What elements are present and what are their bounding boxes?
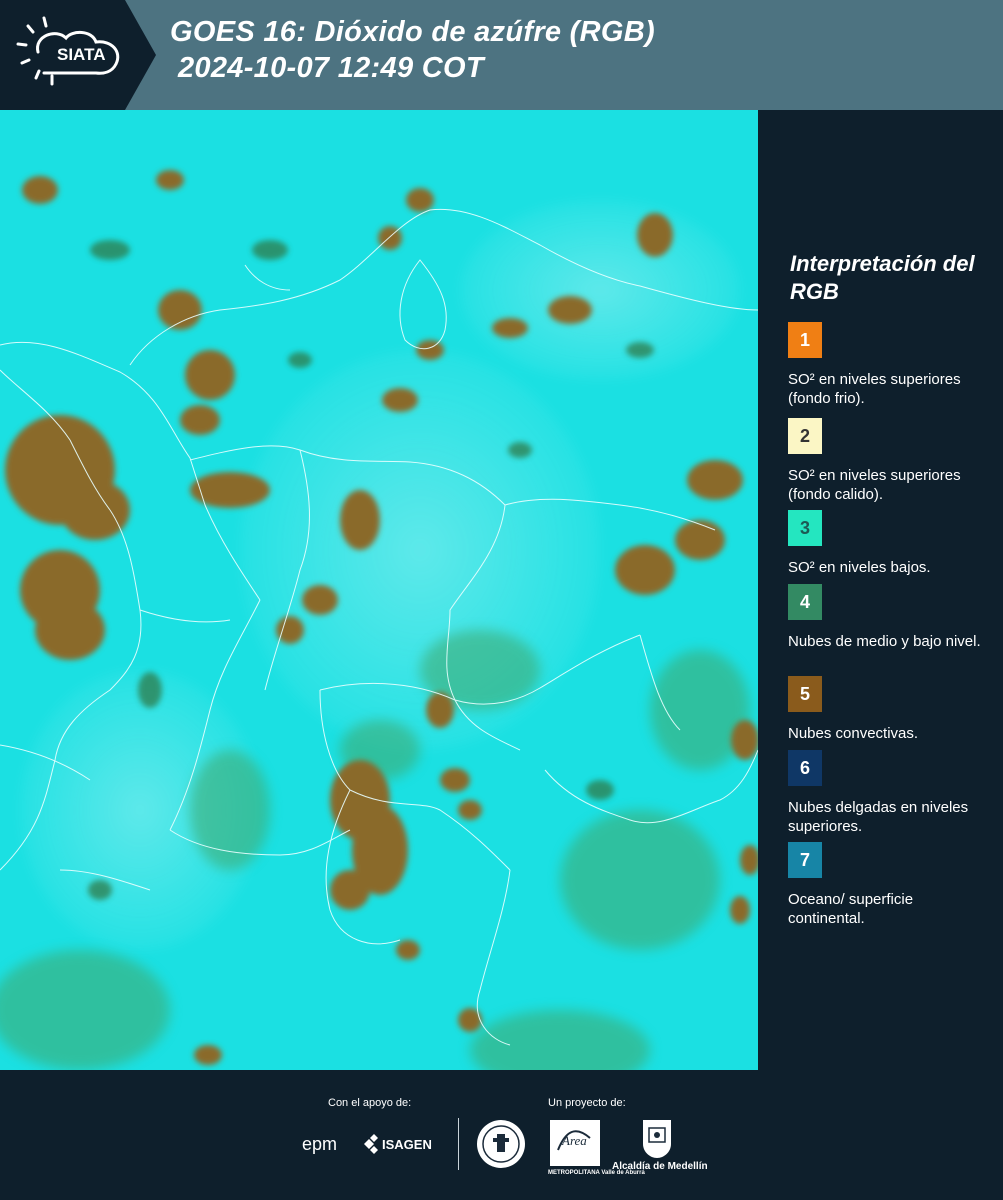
legend-swatch: 4: [788, 584, 822, 620]
svg-text:epm: epm: [302, 1134, 337, 1154]
project-label: Un proyecto de:: [548, 1097, 626, 1109]
legend-label: Nubes convectivas.: [788, 725, 919, 742]
support-label: Con el apoyo de:: [328, 1097, 412, 1109]
page-title: GOES 16: Dióxido de azúfre (RGB) 2024-10…: [170, 14, 655, 86]
legend-item-3: 3 SO² en niveles bajos.: [788, 510, 993, 577]
title-line-2: 2024-10-07 12:49 COT: [178, 52, 484, 84]
satellite-image: [0, 110, 758, 1070]
title-line-1: GOES 16: Dióxido de azúfre (RGB): [170, 16, 655, 48]
svg-text:Área: Área: [561, 1133, 587, 1148]
alcaldia-medellin-caption: Alcaldía de Medellín: [612, 1161, 708, 1172]
epm-logo: epm: [300, 1132, 360, 1161]
legend-item-5: 5 Nubes convectivas.: [788, 676, 993, 743]
isagen-logo: ISAGEN: [360, 1132, 450, 1161]
legend-label: SO² en niveles superiores (fondo calido)…: [788, 467, 961, 503]
siata-logo: SIATA: [0, 0, 160, 110]
legend-swatch: 2: [788, 418, 822, 454]
footer: Con el apoyo de: Un proyecto de: epm ISA…: [0, 1070, 1003, 1200]
area-metropolitana-caption: METROPOLITANA Valle de Aburrá: [548, 1170, 645, 1176]
legend-label: Oceano/ superficie continental.: [788, 891, 914, 927]
legend-panel: Interpretación del RGB 1 SO² en niveles …: [760, 110, 1003, 1070]
legend-label: SO² en niveles superiores (fondo frio).: [788, 371, 961, 407]
legend-item-6: 6 Nubes delgadas en niveles superiores.: [788, 750, 993, 836]
legend-label: Nubes de medio y bajo nivel.: [788, 633, 981, 650]
legend-swatch: 5: [788, 676, 822, 712]
legend-title: Interpretación del RGB: [790, 251, 975, 304]
svg-text:ISAGEN: ISAGEN: [382, 1137, 432, 1152]
universidad-medellin-seal: [475, 1118, 527, 1175]
legend-swatch: 3: [788, 510, 822, 546]
legend-item-2: 2 SO² en niveles superiores (fondo calid…: [788, 418, 993, 504]
alcaldia-medellin-shield: [640, 1118, 674, 1165]
legend-swatch: 7: [788, 842, 822, 878]
legend-swatch: 1: [788, 322, 822, 358]
legend-label: SO² en niveles bajos.: [788, 559, 931, 576]
legend-swatch: 6: [788, 750, 822, 786]
area-metropolitana-logo: Área: [548, 1118, 602, 1173]
legend-item-7: 7 Oceano/ superficie continental.: [788, 842, 993, 928]
legend-label: Nubes delgadas en niveles superiores.: [788, 799, 969, 835]
header-bar: SIATA GOES 16: Dióxido de azúfre (RGB) 2…: [0, 0, 1003, 110]
svg-text:SIATA: SIATA: [57, 45, 105, 64]
legend-item-1: 1 SO² en niveles superiores (fondo frio)…: [788, 322, 993, 408]
legend-item-4: 4 Nubes de medio y bajo nivel.: [788, 584, 993, 651]
footer-divider: [458, 1118, 459, 1170]
